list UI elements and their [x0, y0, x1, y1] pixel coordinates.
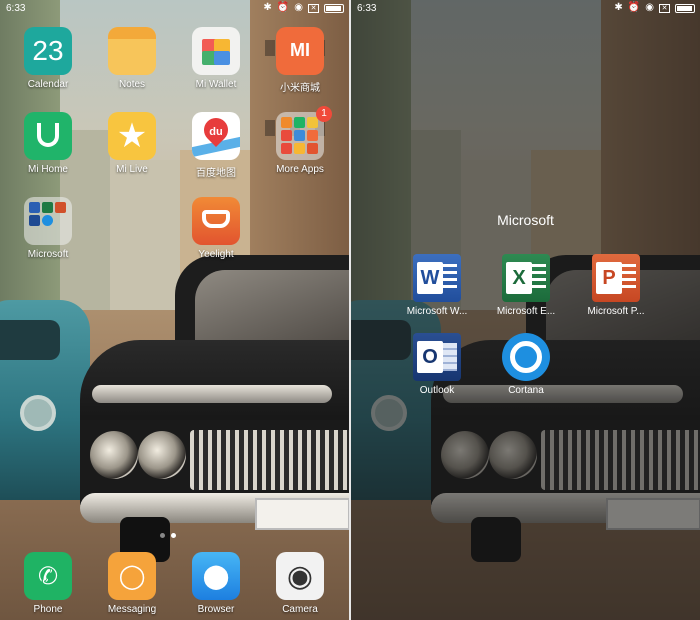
sim-icon: ✕	[659, 3, 670, 13]
outlook-icon: O	[413, 333, 461, 381]
word-letter: W	[417, 262, 443, 294]
app-calendar[interactable]: 23 Calendar	[14, 27, 82, 90]
dock-messaging[interactable]: ◯ Messaging	[98, 552, 166, 615]
app-label: Cortana	[508, 385, 544, 396]
app-label: 百度地图	[196, 168, 236, 179]
mi-live-icon: ★	[108, 112, 156, 160]
app-label: Camera	[282, 604, 318, 615]
wallet-icon	[192, 27, 240, 75]
powerpoint-icon: P	[592, 254, 640, 302]
folder-icon	[24, 197, 72, 245]
folder-microsoft[interactable]: Microsoft	[14, 197, 82, 260]
mi-store-icon: MI	[276, 27, 324, 75]
app-baidu-map[interactable]: du 百度地图	[182, 112, 250, 179]
camera-icon: ◉	[276, 552, 324, 600]
calendar-day: 23	[32, 35, 64, 66]
app-label: Microsoft	[27, 249, 69, 260]
app-mi-wallet[interactable]: Mi Wallet	[182, 27, 250, 90]
alarm-icon: ⏰	[276, 2, 290, 13]
app-label: Calendar	[27, 79, 69, 90]
cortana-icon	[502, 333, 550, 381]
status-time: 6:33	[357, 3, 377, 14]
app-cortana[interactable]: Cortana	[486, 333, 566, 396]
app-outlook[interactable]: O Outlook	[397, 333, 477, 396]
status-time: 6:33	[6, 3, 26, 14]
dock-camera[interactable]: ◉ Camera	[266, 552, 334, 615]
folder-more-apps[interactable]: 1 More Apps	[266, 106, 334, 175]
app-label: Yeelight	[198, 249, 234, 260]
notification-badge: 1	[316, 106, 332, 122]
notes-icon	[108, 27, 156, 75]
app-label: Mi Live	[116, 164, 148, 175]
word-icon: W	[413, 254, 461, 302]
excel-icon: X	[502, 254, 550, 302]
mi-logo: MI	[290, 40, 310, 60]
app-yeelight[interactable]: Yeelight	[182, 197, 250, 260]
status-bar: 6:33 ✱ ⏰ ◉ ✕	[0, 0, 349, 18]
folder-icon	[276, 112, 324, 160]
dock-phone[interactable]: ✆ Phone	[14, 552, 82, 615]
yeelight-icon	[192, 197, 240, 245]
folder-open-screen: 6:33 ✱ ⏰ ◉ ✕ Microsoft W Microsoft W... …	[351, 0, 700, 620]
bluetooth-icon: ✱	[263, 2, 272, 13]
powerpoint-letter: P	[596, 262, 622, 294]
app-label: Messaging	[107, 604, 157, 615]
app-label: Outlook	[419, 385, 455, 396]
wifi-icon: ◉	[645, 2, 654, 13]
app-microsoft-word[interactable]: W Microsoft W...	[397, 254, 477, 317]
excel-letter: X	[506, 262, 532, 294]
app-label: Phone	[33, 604, 63, 615]
battery-icon	[324, 3, 344, 13]
page-dot	[160, 533, 165, 538]
browser-icon: ⬤	[192, 552, 240, 600]
messaging-icon: ◯	[108, 552, 156, 600]
app-notes[interactable]: Notes	[98, 27, 166, 90]
app-label: More Apps	[276, 164, 324, 175]
home-screen: 6:33 ✱ ⏰ ◉ ✕ 23 Calendar Notes Mi Wallet…	[0, 0, 349, 620]
map-mark: du	[209, 126, 223, 138]
app-label: 小米商城	[280, 83, 320, 94]
bluetooth-icon: ✱	[614, 2, 623, 13]
app-label: Mi Home	[27, 164, 68, 175]
sim-icon: ✕	[308, 3, 319, 13]
outlook-letter: O	[417, 341, 443, 373]
calendar-icon: 23	[24, 27, 72, 75]
status-bar: 6:33 ✱ ⏰ ◉ ✕	[351, 0, 700, 18]
app-label: Microsoft P...	[587, 306, 645, 317]
dock-browser[interactable]: ⬤ Browser	[182, 552, 250, 615]
app-label: Microsoft E...	[496, 306, 556, 317]
app-label: Notes	[118, 79, 146, 90]
baidu-map-icon: du	[192, 112, 240, 160]
app-microsoft-excel[interactable]: X Microsoft E...	[486, 254, 566, 317]
app-label: Mi Wallet	[195, 79, 237, 90]
app-label: Browser	[197, 604, 235, 615]
folder-title[interactable]: Microsoft	[351, 212, 700, 228]
app-label: Microsoft W...	[406, 306, 468, 317]
app-mi-home[interactable]: Mi Home	[14, 112, 82, 175]
app-mi-live[interactable]: ★ Mi Live	[98, 112, 166, 175]
app-microsoft-powerpoint[interactable]: P Microsoft P...	[576, 254, 656, 317]
app-mi-store[interactable]: MI 小米商城	[266, 27, 334, 94]
wifi-icon: ◉	[294, 2, 303, 13]
page-dot-active	[171, 533, 176, 538]
mi-home-icon	[24, 112, 72, 160]
page-indicator	[160, 533, 176, 538]
alarm-icon: ⏰	[627, 2, 641, 13]
phone-icon: ✆	[24, 552, 72, 600]
battery-icon	[675, 3, 695, 13]
